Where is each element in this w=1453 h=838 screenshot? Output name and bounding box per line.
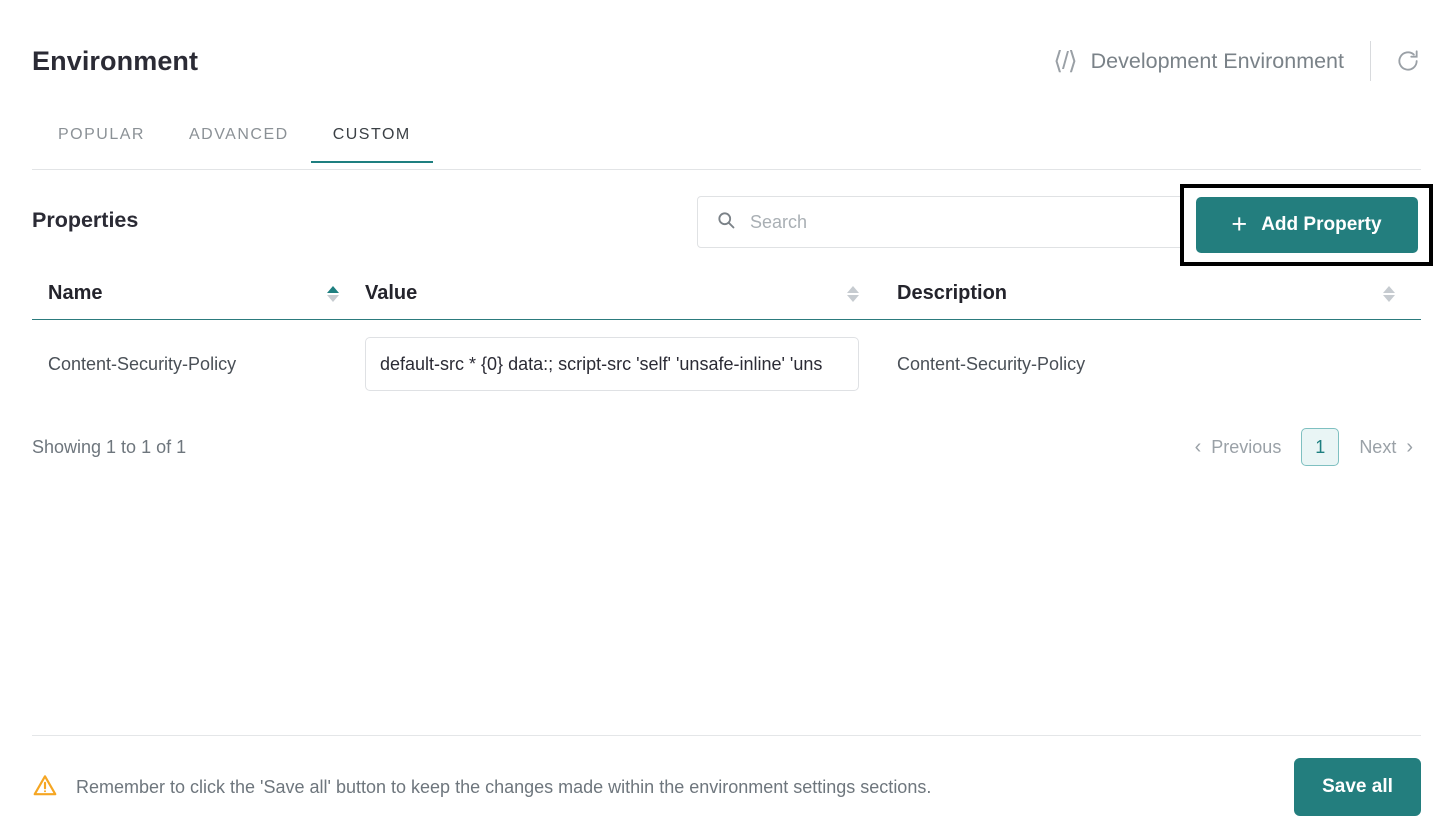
search-box[interactable]	[697, 196, 1245, 248]
chevron-right-icon: ›	[1406, 436, 1413, 458]
search-input[interactable]	[750, 211, 1226, 233]
column-header-value[interactable]: Value	[365, 268, 885, 319]
page-footer: Remember to click the 'Save all' button …	[32, 756, 1421, 818]
sort-descending-arrow	[847, 294, 859, 302]
tab-custom[interactable]: CUSTOM	[310, 126, 433, 163]
environment-settings-page: Environment ⟨/⟩ Development Environment …	[0, 0, 1453, 838]
add-property-highlight-box: + Add Property	[1180, 184, 1433, 266]
column-header-name-label: Name	[48, 282, 103, 304]
next-page-button[interactable]: Next ›	[1351, 437, 1421, 458]
page-title: Environment	[32, 45, 199, 76]
page-number-1[interactable]: 1	[1301, 428, 1340, 466]
sort-icon-name[interactable]	[327, 285, 339, 302]
code-brackets-icon: ⟨/⟩	[1053, 47, 1077, 75]
sort-descending-arrow	[1383, 294, 1395, 302]
sort-ascending-arrow	[1383, 285, 1395, 293]
pagination-bar: Showing 1 to 1 of 1 ‹ Previous 1 Next ›	[32, 424, 1421, 470]
add-property-button[interactable]: + Add Property	[1195, 197, 1418, 253]
tab-popular[interactable]: POPULAR	[32, 126, 167, 162]
warning-triangle-icon	[32, 772, 58, 803]
showing-count: Showing 1 to 1 of 1	[32, 436, 187, 457]
next-page-label: Next	[1359, 436, 1397, 457]
page-header: Environment ⟨/⟩ Development Environment	[0, 0, 1453, 108]
column-header-description-label: Description	[897, 282, 1008, 304]
column-header-description[interactable]: Description	[885, 268, 1421, 319]
previous-page-button[interactable]: ‹ Previous	[1187, 437, 1290, 458]
tab-advanced[interactable]: ADVANCED	[167, 126, 311, 162]
save-all-button[interactable]: Save all	[1294, 758, 1421, 816]
add-property-label: Add Property	[1261, 214, 1382, 235]
footer-message: Remember to click the 'Save all' button …	[76, 776, 932, 797]
table-row: Content-Security-Policy Content-Security…	[32, 320, 1421, 408]
column-header-value-label: Value	[365, 282, 418, 304]
column-header-name[interactable]: Name	[32, 268, 365, 319]
property-description: Content-Security-Policy	[897, 353, 1086, 374]
property-value-cell	[365, 337, 885, 391]
chevron-left-icon: ‹	[1194, 436, 1202, 458]
footer-divider	[32, 735, 1421, 736]
table-header-row: Name Value Description	[32, 268, 1421, 320]
settings-tabs: POPULAR ADVANCED CUSTOM	[32, 126, 1421, 170]
pager: ‹ Previous 1 Next ›	[1187, 428, 1421, 466]
property-name: Content-Security-Policy	[48, 353, 237, 374]
refresh-icon[interactable]	[1395, 48, 1421, 74]
properties-toolbar: Properties + Add Property	[32, 184, 1433, 266]
save-reminder-note: Remember to click the 'Save all' button …	[32, 772, 931, 803]
sort-icon-value[interactable]	[847, 285, 859, 302]
properties-table: Name Value Description Content-Security-…	[32, 268, 1421, 408]
environment-name: Development Environment	[1090, 48, 1344, 73]
plus-icon: +	[1231, 208, 1248, 239]
previous-page-label: Previous	[1211, 436, 1282, 457]
header-environment-area: ⟨/⟩ Development Environment	[1053, 27, 1421, 81]
sort-descending-arrow	[327, 294, 339, 302]
sort-ascending-arrow	[847, 285, 859, 293]
property-value-input[interactable]	[365, 337, 859, 391]
properties-heading: Properties	[32, 208, 139, 232]
sort-icon-description[interactable]	[1383, 285, 1395, 302]
header-divider	[1370, 41, 1371, 81]
search-icon	[716, 210, 736, 235]
sort-ascending-arrow	[327, 285, 339, 293]
